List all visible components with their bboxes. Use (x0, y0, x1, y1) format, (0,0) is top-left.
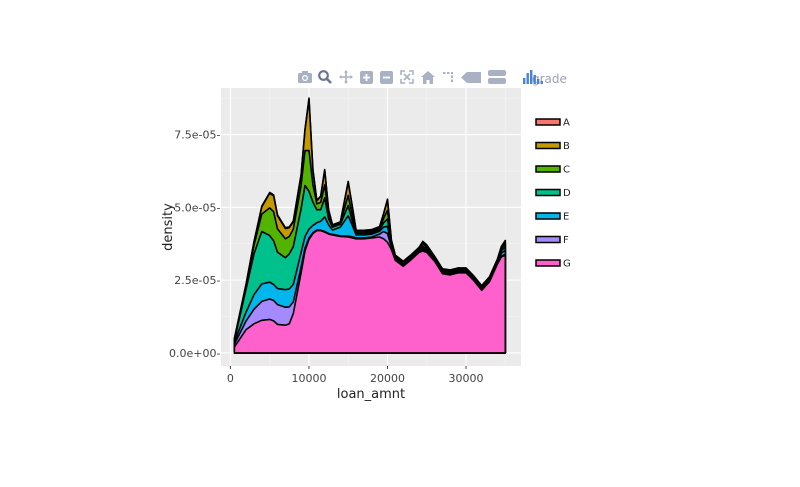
legend-label: F (563, 235, 569, 246)
legend-swatch (535, 165, 561, 173)
x-tick-label: 30000 (449, 372, 484, 385)
spike-lines-icon[interactable] (440, 69, 457, 86)
x-axis-title: loan_amnt (337, 387, 405, 402)
y-tick-label: 7.5e-05- (174, 129, 220, 142)
legend-item-F[interactable]: F (535, 235, 569, 246)
legend-swatch (535, 141, 561, 150)
y-tick-label: 5.0e-05- (174, 201, 220, 214)
reset-axes-icon[interactable] (419, 69, 436, 86)
legend-swatch (535, 212, 561, 220)
x-tick-label: 0 (227, 372, 234, 385)
legend-swatch (535, 235, 561, 244)
legend-item-B[interactable]: B (535, 141, 570, 152)
modebar (296, 68, 553, 86)
legend-item-E[interactable]: E (535, 212, 569, 223)
legend-swatch (535, 259, 561, 267)
legend-label: D (563, 188, 571, 199)
legend-swatch (535, 118, 561, 126)
legend-label: E (563, 212, 569, 223)
hover-closest-icon[interactable] (460, 69, 482, 86)
x-axis-ticks: 0 10000 20000 30000 (227, 366, 484, 385)
zoom-icon[interactable] (317, 69, 334, 86)
legend-label: G (563, 259, 571, 270)
legend-label: B (563, 141, 570, 152)
legend[interactable]: A B C D E F G (535, 118, 571, 270)
legend-label: A (563, 118, 570, 129)
zoom-in-icon[interactable] (358, 69, 375, 86)
y-tick-label: 0.0e+00- (169, 347, 220, 360)
y-axis-title: density (161, 203, 176, 251)
legend-item-A[interactable]: A (535, 118, 570, 129)
zoom-out-icon[interactable] (378, 69, 395, 86)
y-axis-ticks: 0.0e+00- 2.5e-05- 5.0e-05- 7.5e-05- (169, 129, 220, 360)
legend-item-G[interactable]: G (535, 259, 571, 270)
autoscale-icon[interactable] (399, 69, 416, 86)
pan-icon[interactable] (337, 69, 354, 86)
x-tick-label: 10000 (291, 372, 326, 385)
y-tick-label: 2.5e-05- (174, 274, 220, 287)
plotly-logo-icon[interactable] (517, 69, 549, 86)
legend-item-C[interactable]: C (535, 165, 570, 176)
x-tick-label: 20000 (370, 372, 405, 385)
camera-icon[interactable] (296, 69, 313, 86)
legend-item-D[interactable]: D (535, 188, 571, 199)
legend-swatch (535, 188, 561, 197)
legend-label: C (563, 165, 570, 176)
hover-compare-icon[interactable] (486, 69, 508, 86)
